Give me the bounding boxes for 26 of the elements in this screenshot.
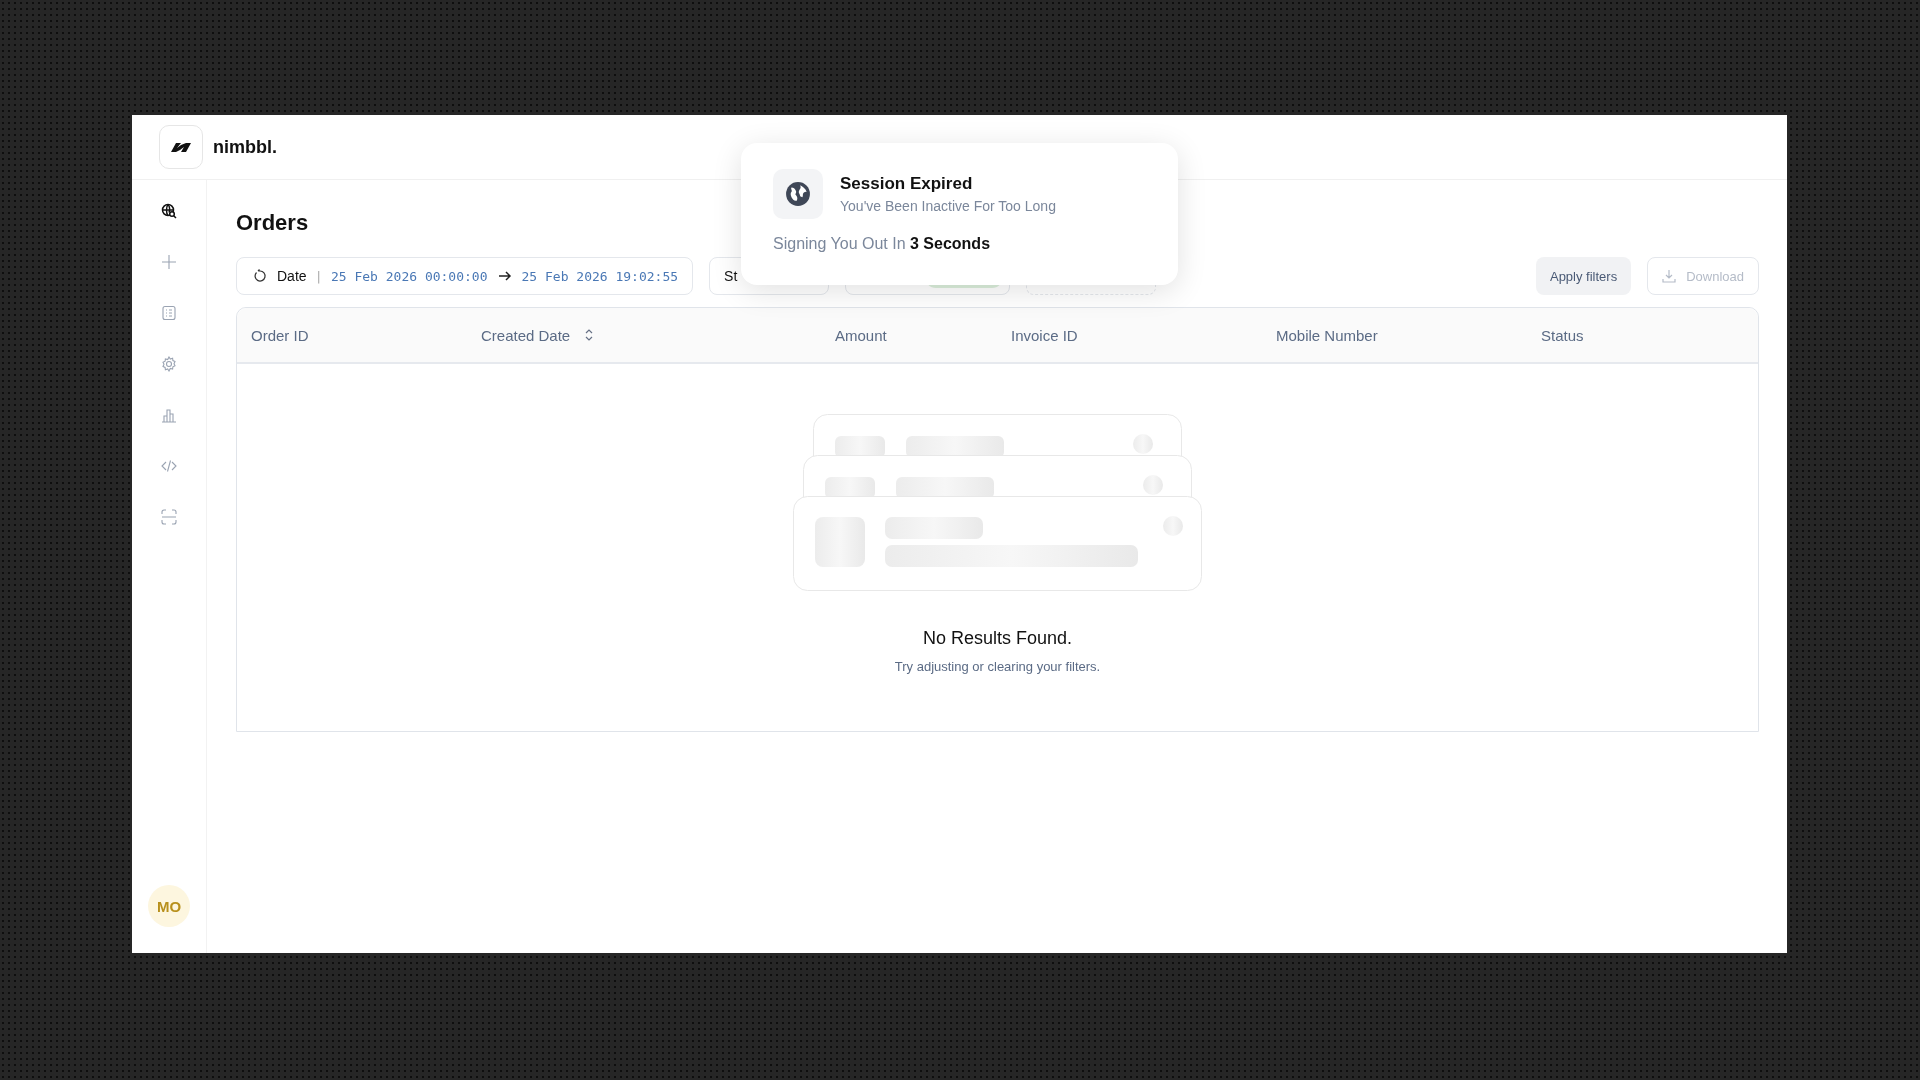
empty-state-title: No Results Found. — [922, 628, 1073, 649]
column-header[interactable]: Created Date — [481, 326, 571, 344]
date-to: 25 Feb 2026 19:02:55 — [521, 268, 679, 284]
arrow-right-icon — [497, 270, 512, 282]
separator: | — [316, 268, 321, 284]
column-header: Invoice ID — [1011, 326, 1078, 344]
date-filter[interactable]: Date | 25 Feb 2026 00:00:00 25 Feb 2026 19:02:55 — [236, 257, 694, 295]
date-label: Date — [277, 268, 307, 284]
reset-icon[interactable] — [253, 269, 267, 283]
toast-title: Session Expired — [840, 174, 974, 194]
page-title: Orders — [236, 210, 310, 236]
column-header: Amount — [835, 326, 887, 344]
toast-message: Signing You Out In 3 Seconds — [773, 235, 992, 253]
brand-name: nimbbl. — [213, 136, 277, 158]
user-avatar[interactable]: MO — [148, 885, 190, 927]
column-header: Mobile Number — [1276, 326, 1378, 344]
download-icon — [1662, 269, 1677, 283]
column-header: Order ID — [251, 326, 309, 344]
apply-filters-button[interactable]: Apply filters — [1535, 257, 1632, 295]
date-from: 25 Feb 2026 00:00:00 — [330, 268, 488, 284]
sort-icon[interactable] — [584, 328, 595, 342]
empty-state-hint: Try adjusting or clearing your filters. — [894, 659, 1101, 674]
toast-subtitle: You've Been Inactive For Too Long — [840, 198, 1056, 214]
logo-icon — [159, 125, 203, 169]
column-header: Status — [1541, 326, 1584, 344]
globe-icon — [773, 169, 823, 219]
